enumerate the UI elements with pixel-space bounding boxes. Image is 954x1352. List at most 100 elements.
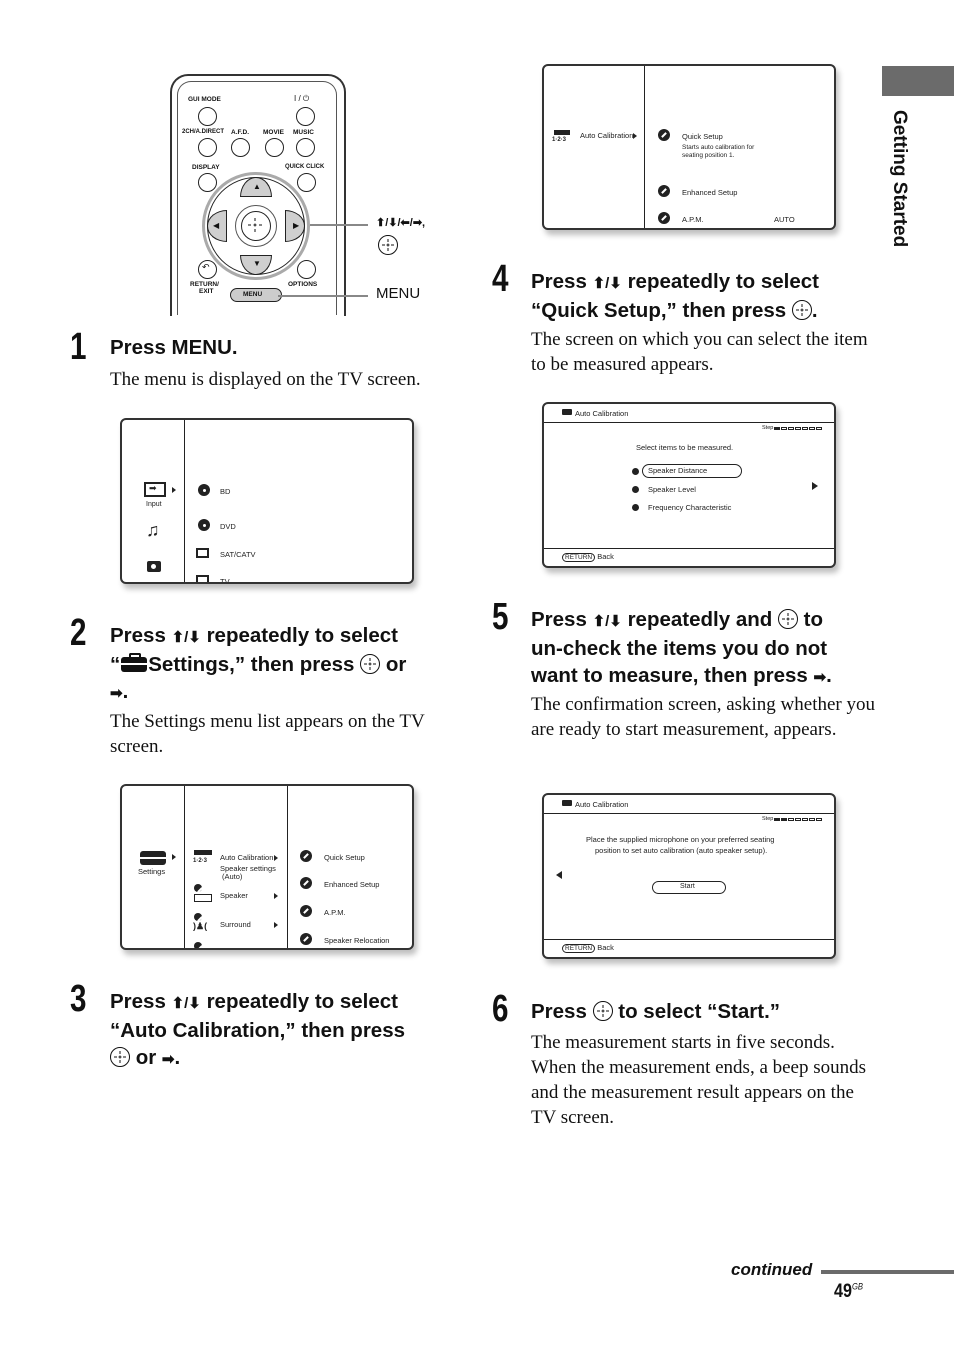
menu-button-label: MENU [243,291,263,298]
back-arrow-icon[interactable] [556,871,562,879]
menu-item-bd[interactable]: BD [220,487,230,496]
message-line-1: Place the supplied microphone on your pr… [586,835,775,844]
checkbox-checked-icon[interactable] [632,468,639,475]
music-button[interactable] [296,138,315,157]
camera-icon [147,561,161,572]
tv-screen-settings: Settings 1·2·3 Auto Calibration Speaker … [120,784,414,950]
wrench-icon [300,905,312,917]
menu-item-dvd[interactable]: DVD [220,522,236,531]
menu-item-quick-setup[interactable]: Quick Setup [682,132,723,141]
step-1-body: The menu is displayed on the TV screen. [110,369,421,390]
next-arrow-icon[interactable] [812,482,818,490]
auto-cal-sub2: (Auto) [222,872,243,881]
right-arrow-icon: ➡ [813,669,827,686]
tv-screen-menu: ➡ Input ♫ BD DVD SAT/CATV TV [120,418,414,584]
options-label: OPTIONS [288,281,318,288]
2ch-button[interactable] [198,138,217,157]
menu-button[interactable]: MENU [230,288,282,302]
step-dot-empty [788,426,795,430]
menu-item-surround[interactable]: Surround [220,920,251,929]
enter-icon [110,1047,130,1067]
afd-button[interactable] [231,138,250,157]
menu-item-auto-calibration[interactable]: Auto Calibration [580,131,633,140]
menu-item-auto-calibration[interactable]: Auto Calibration [220,853,273,862]
quick-setup-desc-2: seating position 1. [682,152,735,159]
section-tab-label: Getting Started [889,110,910,248]
wrench-icon [194,850,212,855]
speaker-icon [194,894,212,902]
wrench-icon [300,850,312,862]
start-button[interactable]: Start [652,881,726,894]
enter-icon [791,300,812,320]
afd-label: A.F.D. [231,129,250,136]
up-arrow-icon: ▲ [253,182,261,191]
wrench-icon [658,212,670,224]
enter-icon [592,1001,613,1021]
return-exit-button[interactable]: ↶ [198,260,217,279]
step-1-number: 1 [70,326,87,368]
tv-screen-auto-calibration: 1·2·3 Auto Calibration Quick Setup Start… [542,64,836,230]
item-speaker-distance[interactable]: Speaker Distance [648,466,707,475]
up-down-arrow-icon: ⬆/⬇ [592,613,622,630]
power-button[interactable] [296,107,315,126]
enter-button[interactable] [241,211,271,241]
wrench-icon [300,933,312,945]
quick-click-button[interactable] [297,173,316,192]
wrench-icon [658,185,670,197]
continued-label: continued [731,1260,813,1279]
step-progress: Step [762,816,823,822]
toolbox-icon [121,653,148,672]
options-button[interactable] [297,260,316,279]
right-arrow-icon: ▶ [293,221,300,230]
menu-item-sat-catv[interactable]: SAT/CATV [220,550,256,559]
step-4-heading: Press ⬆/⬇ repeatedly to select “Quick Se… [531,270,819,322]
gui-mode-button[interactable] [198,107,217,126]
up-down-arrow-icon: ⬆/⬇ [592,275,622,292]
item-speaker-level[interactable]: Speaker Level [648,485,696,494]
step-4-number: 4 [492,258,509,300]
section-tab-marker [882,66,954,96]
page-number: 49GB [834,1281,864,1302]
prompt-text: Select items to be measured. [636,443,734,452]
auto-cal-icon-label: 1·2·3 [193,858,208,864]
menu-item-quick-setup[interactable]: Quick Setup [324,853,365,862]
column-divider [287,786,288,948]
enter-icon [777,609,798,629]
step-2-body: The Settings menu list appears on the TV… [110,711,425,757]
menu-item-speaker[interactable]: Speaker [220,891,248,900]
auto-cal-icon-label: 1·2·3 [552,137,567,143]
menu-item-speaker-relocation[interactable]: Speaker Relocation [324,936,389,945]
return-back-hint[interactable]: RETURN Back [562,552,614,562]
menu-item-apm[interactable]: A.P.M. [682,215,704,224]
category-label: Input [146,501,162,508]
menu-item-enhanced-setup[interactable]: Enhanced Setup [324,880,379,889]
movie-button[interactable] [265,138,284,157]
checkbox-checked-icon[interactable] [632,486,639,493]
apm-value: AUTO [774,215,795,224]
wrench-badge-icon [194,884,202,892]
wrench-badge-icon [194,942,202,948]
continued-bar [821,1270,954,1274]
down-arrow-icon: ▼ [253,259,261,268]
menu-item-apm[interactable]: A.P.M. [324,908,346,917]
return-back-hint[interactable]: RETURN Back [562,943,614,953]
submenu-arrow-icon [633,133,637,139]
wrench-icon [554,130,570,135]
up-down-arrow-icon: ⬆/⬇ [171,629,201,646]
display-button[interactable] [198,173,217,192]
item-frequency-characteristic[interactable]: Frequency Characteristic [648,503,731,512]
left-arrow-icon: ◀ [213,221,220,230]
surround-icon: )♟( [193,921,208,931]
header-divider [544,813,834,814]
2ch-label: 2CH/A.DIRECT [182,129,225,135]
step-5-number: 5 [492,596,509,638]
step-5-heading: Press ⬆/⬇ repeatedly and to un-check the… [531,608,832,687]
step-3-number: 3 [70,978,87,1020]
return-label-1: RETURN/ [190,281,219,288]
disc-icon [198,484,210,496]
toolbox-icon [562,800,572,806]
checkbox-checked-icon[interactable] [632,504,639,511]
menu-item-tv[interactable]: TV [220,577,230,582]
menu-item-enhanced-setup[interactable]: Enhanced Setup [682,188,737,197]
step-dot-empty [816,426,823,430]
